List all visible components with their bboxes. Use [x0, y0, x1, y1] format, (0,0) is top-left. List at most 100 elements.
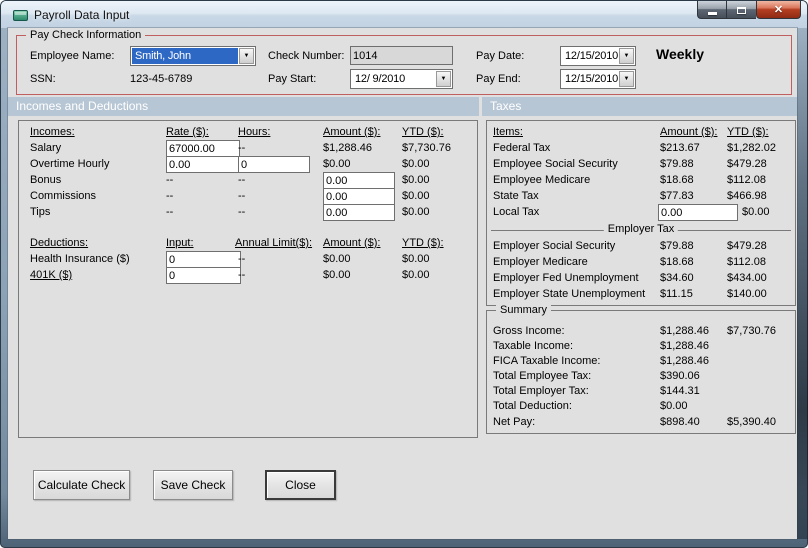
- tax-row-label: Local Tax: [493, 206, 540, 218]
- summary-row-label: Total Employer Tax:: [493, 385, 589, 397]
- salary-rate-input[interactable]: [166, 140, 240, 157]
- deduction-row-annual-limit: --: [238, 253, 246, 265]
- col-header-hours: Hours:: [238, 126, 271, 138]
- tips-amount-input[interactable]: [323, 204, 395, 221]
- caption-buttons: ✕: [697, 1, 801, 19]
- income-row-rate: --: [166, 190, 174, 202]
- summary-row-amount: $0.00: [660, 400, 688, 412]
- tax-row-label: Employer Medicare: [493, 256, 588, 268]
- pay-end-value: 12/15/2010: [565, 73, 618, 85]
- summary-row-amount: $1,288.46: [660, 340, 709, 352]
- close-button[interactable]: Close: [265, 470, 336, 500]
- 401k-input[interactable]: [166, 267, 241, 284]
- local-tax-input[interactable]: [658, 204, 738, 221]
- tax-row-label: State Tax: [493, 190, 539, 202]
- minimize-icon: [707, 11, 717, 15]
- commissions-amount-input[interactable]: [323, 188, 395, 205]
- summary-row-amount: $144.31: [660, 385, 700, 397]
- summary-row-label: FICA Taxable Income:: [493, 355, 601, 367]
- overtime-rate-input[interactable]: [166, 156, 240, 173]
- tax-row-amount: $18.68: [660, 174, 694, 186]
- bonus-amount-input[interactable]: [323, 172, 395, 189]
- income-row-hours: --: [238, 174, 246, 186]
- summary-row-ytd: $7,730.76: [727, 325, 776, 337]
- income-row-label: Salary: [30, 142, 62, 154]
- chevron-down-icon[interactable]: ▼: [619, 71, 634, 87]
- summary-row-amount: $1,288.46: [660, 325, 709, 337]
- save-check-button[interactable]: Save Check: [153, 470, 233, 500]
- calculate-check-button[interactable]: Calculate Check: [33, 470, 130, 500]
- pay-start-picker[interactable]: 12/ 9/2010 ▼: [350, 69, 453, 89]
- check-number-field[interactable]: [350, 46, 453, 65]
- employee-name-label: Employee Name:: [30, 50, 115, 62]
- employee-name-combobox[interactable]: Smith, John ▼: [130, 46, 256, 66]
- col-header-annual-limit: Annual Limit($):: [235, 237, 313, 249]
- incomes-section-header: Incomes and Deductions: [8, 97, 479, 116]
- chevron-down-icon[interactable]: ▼: [239, 48, 254, 64]
- form-icon: [13, 10, 28, 21]
- col-header-ytd: YTD ($):: [402, 126, 444, 138]
- chevron-down-icon[interactable]: ▼: [436, 71, 451, 87]
- tax-row-amount: $213.67: [660, 142, 700, 154]
- income-row-rate: --: [166, 206, 174, 218]
- col-header-rate: Rate ($):: [166, 126, 209, 138]
- paycheck-info-legend: Pay Check Information: [26, 29, 146, 41]
- maximize-icon: [737, 7, 746, 14]
- pay-end-picker[interactable]: 12/15/2010 ▼: [560, 69, 636, 89]
- summary-row-amount: $1,288.46: [660, 355, 709, 367]
- window-title: Payroll Data Input: [34, 8, 130, 22]
- tax-row-amount: $79.88: [660, 240, 694, 252]
- deduction-row-amount: $0.00: [323, 269, 351, 281]
- employer-tax-groupline: Employer Tax: [491, 223, 791, 235]
- overtime-hours-input[interactable]: [238, 156, 310, 173]
- deduction-row-amount: $0.00: [323, 253, 351, 265]
- pay-frequency-label: Weekly: [656, 46, 704, 62]
- title-bar: Payroll Data Input: [1, 1, 807, 28]
- col-header-items: Items:: [493, 126, 523, 138]
- col-header-input: Input:: [166, 237, 194, 249]
- pay-date-picker[interactable]: 12/15/2010 ▼: [560, 46, 636, 66]
- pay-date-label: Pay Date:: [476, 50, 525, 62]
- tax-row-ytd: $479.28: [727, 240, 767, 252]
- income-row-label: Commissions: [30, 190, 97, 202]
- summary-row-label: Gross Income:: [493, 325, 565, 337]
- tax-row-amount: $18.68: [660, 256, 694, 268]
- tax-row-amount: $79.88: [660, 158, 694, 170]
- summary-row-amount: $390.06: [660, 370, 700, 382]
- income-row-label: Bonus: [30, 174, 62, 186]
- income-row-rate: --: [166, 174, 174, 186]
- deduction-row-ytd: $0.00: [402, 253, 430, 265]
- pay-end-label: Pay End:: [476, 73, 521, 85]
- tax-row-amount: $34.60: [660, 272, 694, 284]
- 401k-link[interactable]: 401K ($): [30, 269, 72, 281]
- income-row-ytd: $0.00: [402, 190, 430, 202]
- summary-legend: Summary: [496, 304, 552, 316]
- minimize-button[interactable]: [697, 1, 727, 19]
- tax-row-ytd: $112.08: [727, 256, 766, 268]
- chevron-down-icon[interactable]: ▼: [619, 48, 634, 64]
- tax-row-ytd: $466.98: [727, 190, 767, 202]
- tax-row-label: Employer Fed Unemployment: [493, 272, 639, 284]
- col-header-amount: Amount ($):: [323, 237, 381, 249]
- deduction-row-annual-limit: --: [238, 269, 246, 281]
- col-header-incomes: Incomes:: [30, 126, 75, 138]
- tax-row-label: Employer State Unemployment: [493, 288, 646, 300]
- col-header-amount: Amount ($):: [323, 126, 381, 138]
- income-row-hours: --: [238, 190, 246, 202]
- tax-row-label: Employee Social Security: [493, 158, 618, 170]
- close-icon: ✕: [773, 3, 784, 16]
- summary-row-label: Total Deduction:: [493, 400, 572, 412]
- income-row-ytd: $0.00: [402, 206, 430, 218]
- employer-tax-legend: Employer Tax: [603, 223, 679, 235]
- summary-row-amount: $898.40: [660, 416, 700, 428]
- income-row-label: Tips: [30, 206, 51, 218]
- maximize-button[interactable]: [727, 1, 756, 19]
- health-insurance-input[interactable]: [166, 251, 241, 268]
- payroll-dialog-window: Payroll Data Input ✕ Pay Check Informati…: [0, 0, 808, 548]
- income-row-ytd: $0.00: [402, 174, 430, 186]
- ssn-label: SSN:: [30, 73, 56, 85]
- income-row-amount: $0.00: [323, 158, 351, 170]
- income-row-ytd: $0.00: [402, 158, 430, 170]
- window-frame-shade: [797, 28, 808, 539]
- close-window-button[interactable]: ✕: [756, 1, 801, 19]
